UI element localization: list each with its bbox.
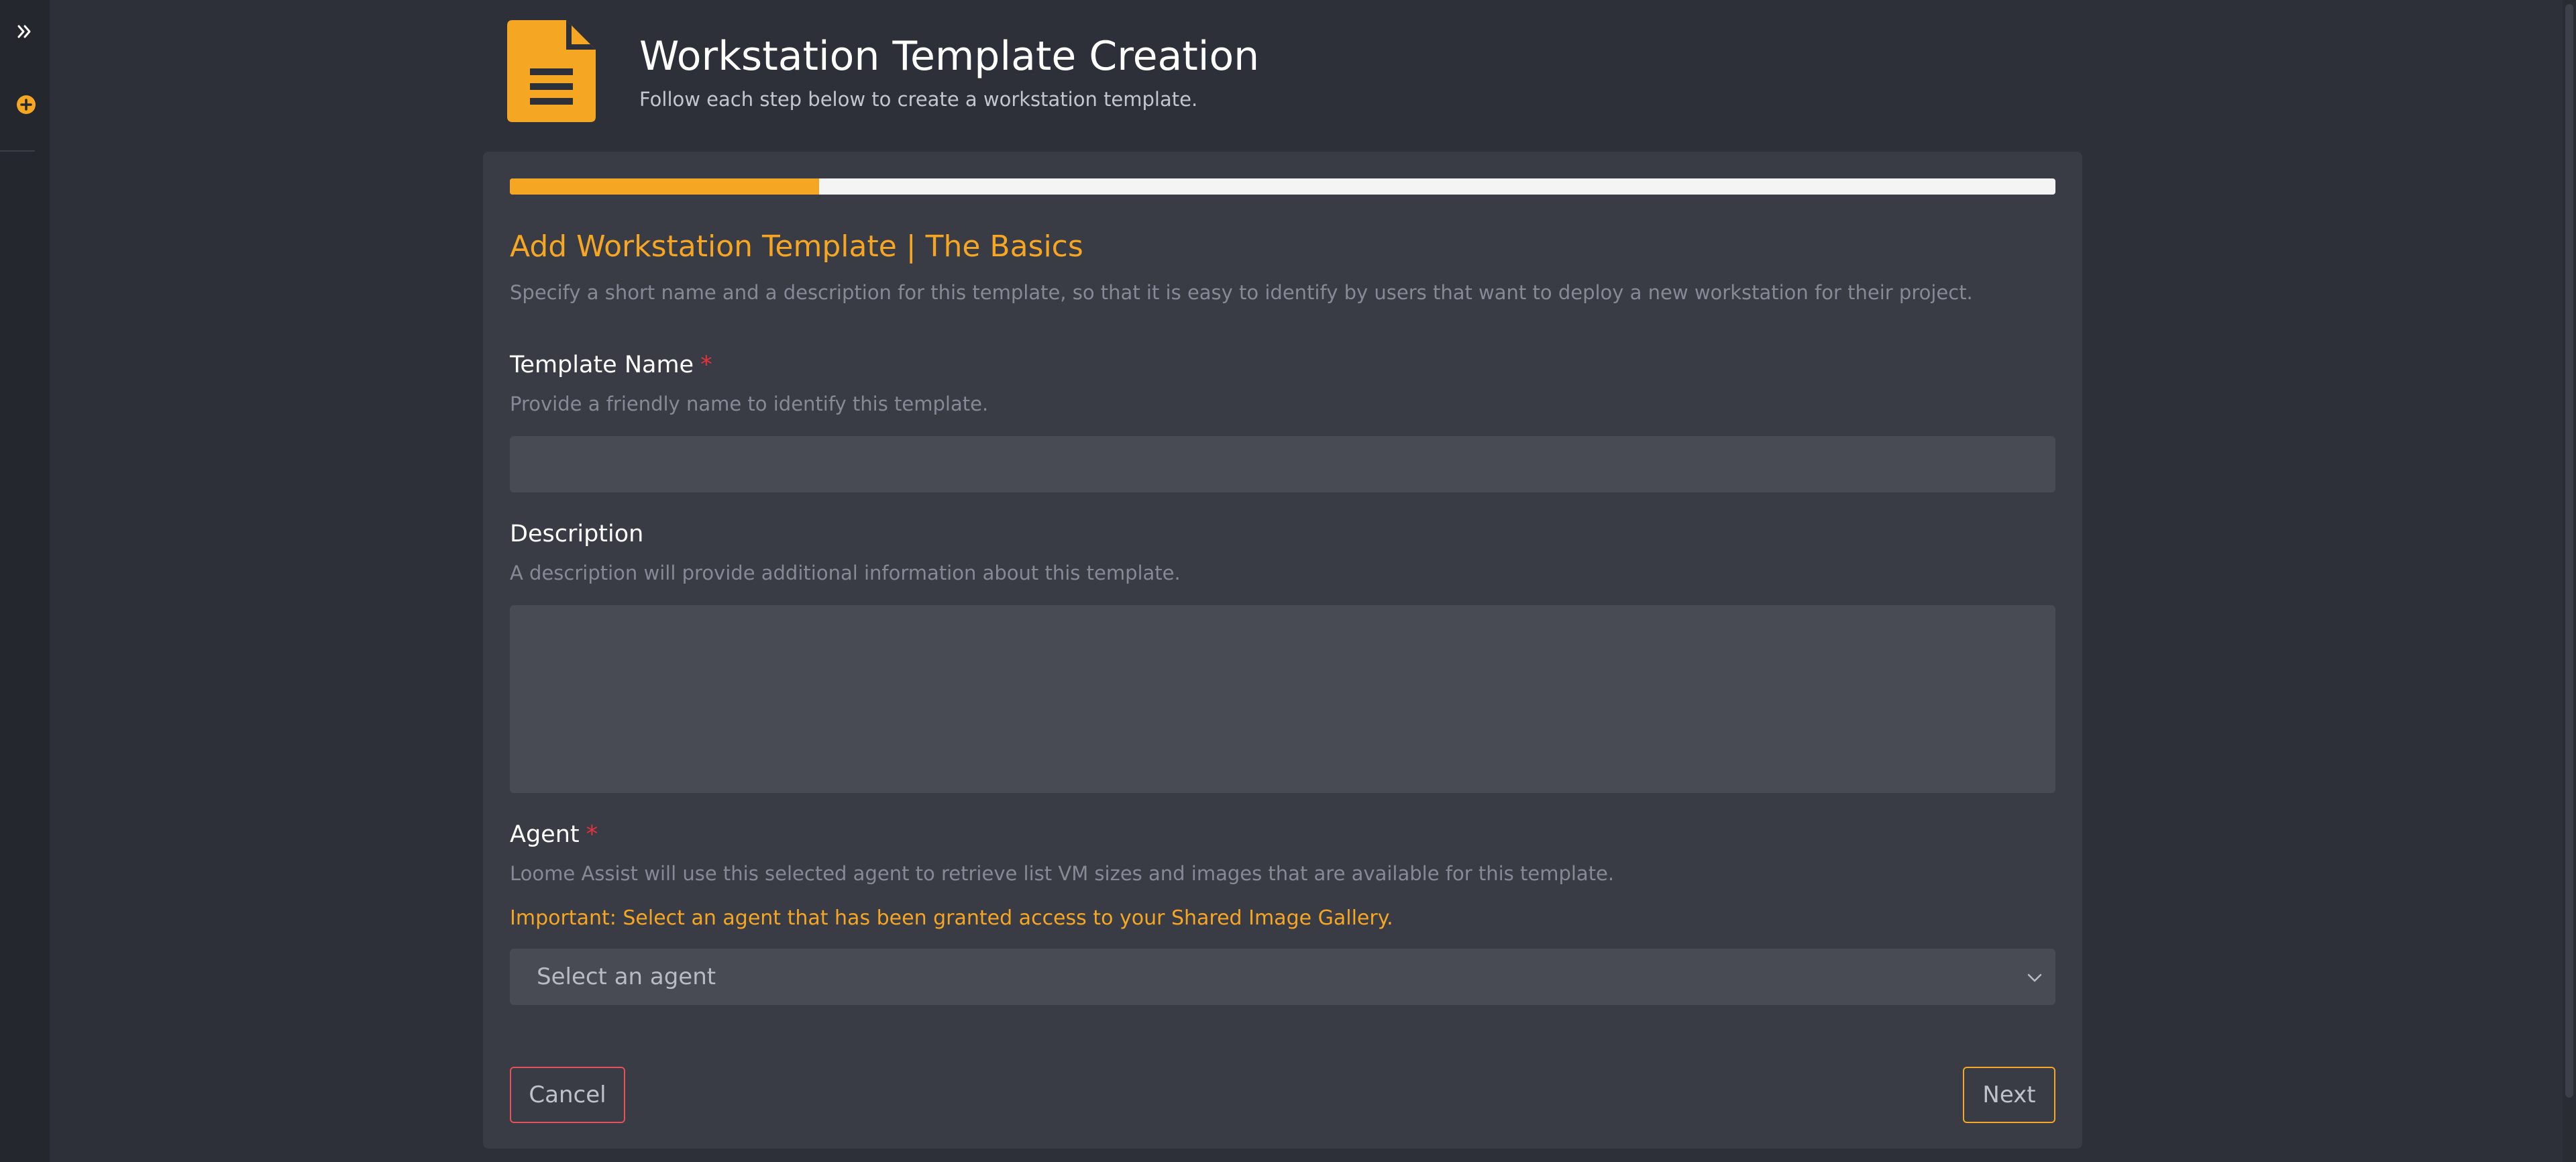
progress-bar-fill (510, 178, 819, 195)
template-name-input[interactable] (510, 436, 2055, 492)
add-button[interactable] (15, 93, 38, 116)
template-name-help: Provide a friendly name to identify this… (510, 392, 989, 415)
page-title: Workstation Template Creation (639, 33, 1260, 80)
page-subtitle: Follow each step below to create a works… (639, 88, 1198, 111)
scrollbar-thumb[interactable] (2565, 4, 2573, 1098)
step-description: Specify a short name and a description f… (510, 281, 1973, 304)
agent-warning: Important: Select an agent that has been… (510, 906, 1393, 930)
left-sidebar (0, 0, 50, 1162)
required-marker: * (700, 352, 712, 378)
plus-circle-icon (17, 95, 36, 114)
chevron-down-icon (2027, 973, 2042, 982)
description-label: Description (510, 518, 643, 550)
cancel-button[interactable]: Cancel (510, 1067, 625, 1123)
wizard-card: Add Workstation Template | The Basics Sp… (483, 152, 2082, 1149)
agent-label-text: Agent (510, 821, 580, 848)
agent-select-value: Select an agent (537, 963, 716, 990)
next-button[interactable]: Next (1963, 1067, 2055, 1123)
double-chevron-right-icon (17, 25, 31, 38)
step-title: Add Workstation Template | The Basics (510, 229, 1083, 264)
expand-sidebar-button[interactable] (13, 20, 36, 43)
template-name-label: Template Name * (510, 349, 712, 381)
agent-select[interactable]: Select an agent (510, 949, 2055, 1005)
description-textarea[interactable] (510, 605, 2055, 793)
description-help: A description will provide additional in… (510, 562, 1181, 584)
sidebar-divider (0, 150, 35, 152)
progress-bar (510, 178, 2055, 195)
agent-label: Agent * (510, 818, 598, 851)
template-name-label-text: Template Name (510, 352, 694, 378)
document-icon (507, 20, 596, 122)
description-label-text: Description (510, 521, 644, 547)
page-scrollbar[interactable] (2563, 0, 2576, 1162)
required-marker: * (586, 821, 598, 848)
agent-help: Loome Assist will use this selected agen… (510, 862, 1615, 885)
